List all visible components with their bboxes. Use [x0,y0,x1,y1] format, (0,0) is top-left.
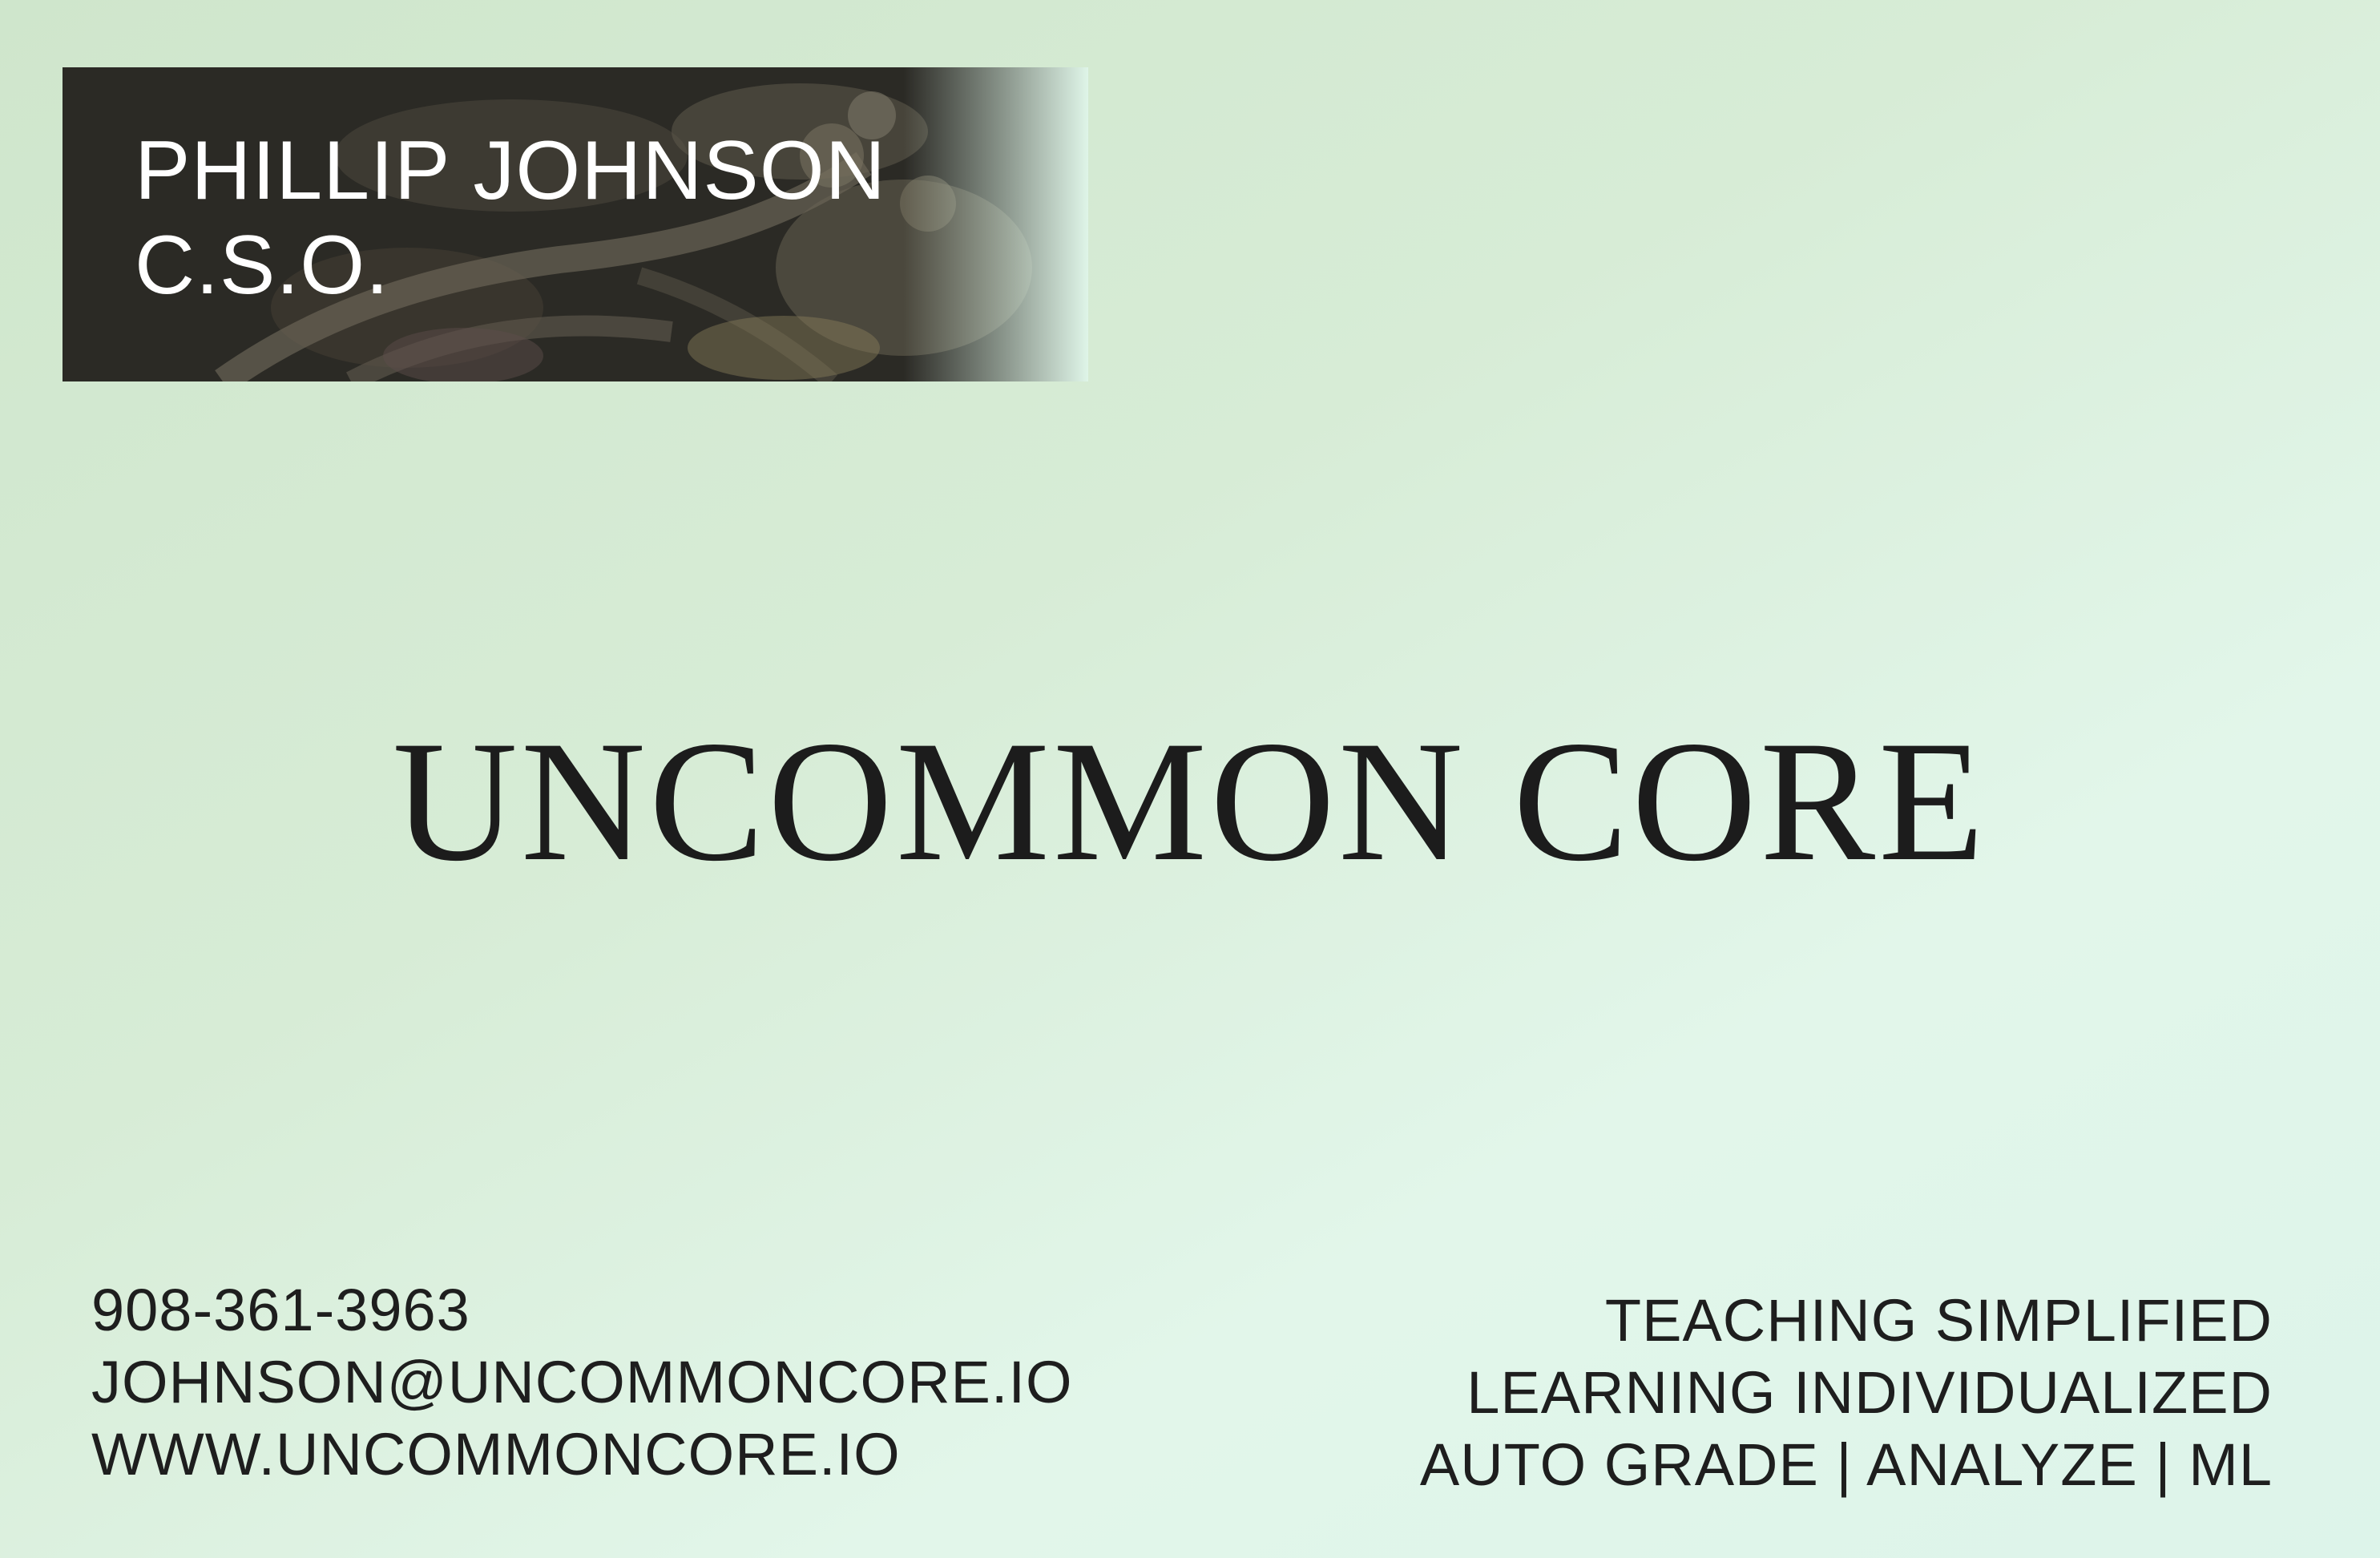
person-title: C.S.O. [135,219,390,312]
business-card: { "card": { "name": "PHILLIP JOHNSON", "… [0,0,2380,1558]
tagline-line: LEARNING INDIVIDUALIZED [1466,1359,2273,1426]
phone-number: 908-361-3963 [91,1277,470,1343]
name-block: PHILLIP JOHNSON C.S.O. [135,123,886,313]
tagline-block: TEACHING SIMPLIFIED LEARNING INDIVIDUALI… [1420,1285,2273,1501]
tagline-line: AUTO GRADE | ANALYZE | ML [1419,1431,2273,1498]
company-wordmark: UNCOMMON CORE [392,705,1988,897]
contact-block: 908-361-3963 JOHNSON@UNCOMMONCORE.IO WWW… [91,1274,1073,1491]
tagline-line: TEACHING SIMPLIFIED [1604,1287,2273,1354]
header-banner: PHILLIP JOHNSON C.S.O. [63,67,1088,381]
person-name: PHILLIP JOHNSON [135,124,886,217]
email-address: JOHNSON@UNCOMMONCORE.IO [91,1349,1073,1415]
website-url: WWW.UNCOMMONCORE.IO [91,1421,901,1487]
